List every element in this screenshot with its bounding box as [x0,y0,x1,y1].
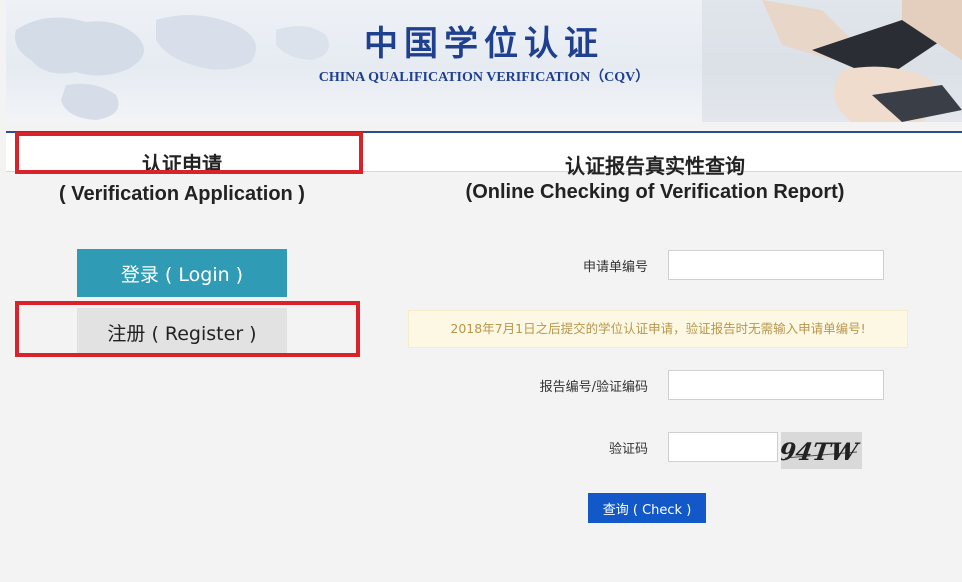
captcha-input[interactable] [668,432,778,462]
report-check-subtitle: (Online Checking of Verification Report) [465,181,845,203]
site-subtitle: CHINA QUALIFICATION VERIFICATION（CQV） [318,70,650,85]
captcha-image[interactable]: 94TW [781,432,862,469]
application-number-input[interactable] [668,250,884,280]
report-number-input[interactable] [668,370,884,400]
check-button[interactable]: 查询 ( Check ) [588,493,706,523]
register-button[interactable]: 注册 ( Register ) [77,308,287,356]
report-check-title: 认证报告真实性查询 [565,154,745,178]
verification-application-subtitle: ( Verification Application ) [59,183,305,205]
notice-banner: 2018年7月1日之后提交的学位认证申请，验证报告时无需输入申请单编号! [408,310,908,348]
captcha-label: 验证码 [608,442,648,457]
report-number-label: 报告编号/验证编码 [539,380,648,395]
site-title: 中国学位认证 [364,24,604,64]
header-banner: 中国学位认证 CHINA QUALIFICATION VERIFICATION（… [6,0,962,122]
application-number-label: 申请单编号 [582,260,648,275]
verification-application-title: 认证申请 [142,152,222,176]
login-button[interactable]: 登录 ( Login ) [77,249,287,297]
captcha-text: 94TW [781,437,862,466]
